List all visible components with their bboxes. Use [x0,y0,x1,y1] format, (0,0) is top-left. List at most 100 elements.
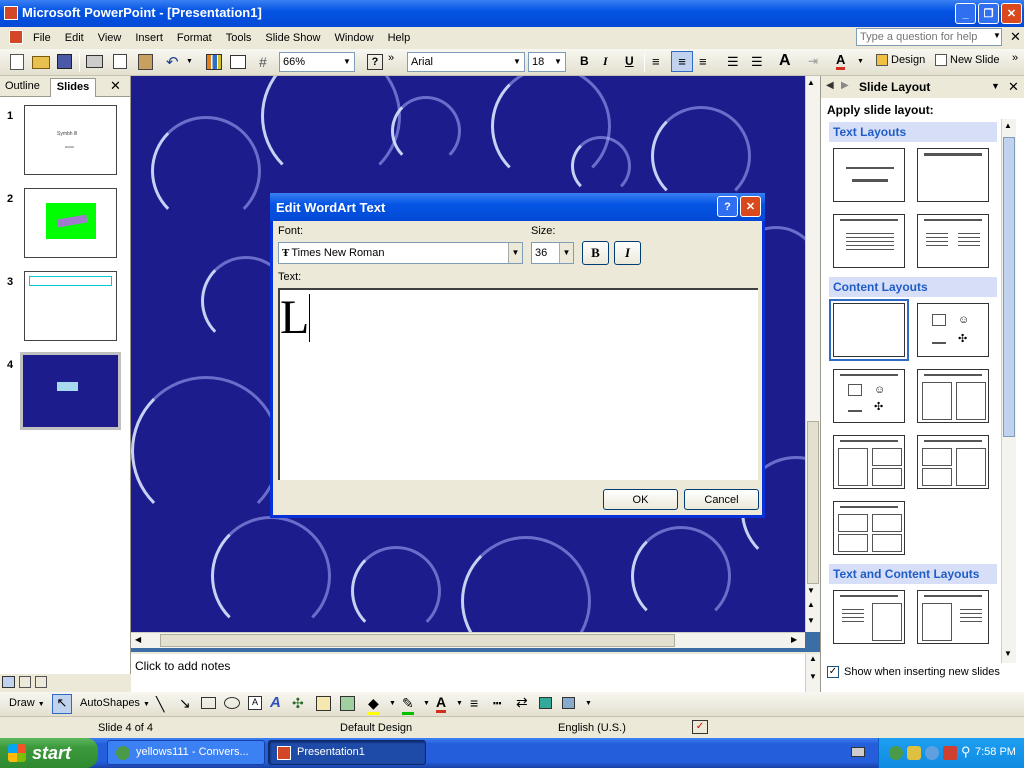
wordart-size-select[interactable]: 36 ▼ [531,242,574,264]
size-select-dropdown-icon[interactable]: ▼ [559,243,573,263]
undo-dropdown-icon[interactable]: ▼ [186,58,193,65]
arrow-icon[interactable]: ↘ [179,695,191,712]
notes-pane[interactable]: Click to add notes ▲ ▼ [131,652,820,692]
font-size-combo[interactable]: 18 ▼ [528,52,566,72]
menu-tools[interactable]: Tools [219,28,259,48]
font-combo[interactable]: Arial ▼ [407,52,525,72]
layouts-scrollbar[interactable]: ▲ ▼ [1001,119,1016,663]
shadow-style-icon[interactable] [539,697,552,709]
picture-icon[interactable] [340,696,355,711]
align-left-icon[interactable]: ≡ [652,54,660,69]
drawing-overflow-icon[interactable]: ▼ [585,700,592,707]
layout-title-slide[interactable] [833,148,905,202]
cancel-button[interactable]: Cancel [684,489,759,510]
menu-insert[interactable]: Insert [128,28,170,48]
help-search-input[interactable] [856,28,1002,46]
prev-slide-icon[interactable]: ▲ [807,600,815,609]
draw-menu[interactable]: Draw ▼ [9,697,45,709]
layouts-scroll-up-icon[interactable]: ▲ [1004,121,1012,130]
arrow-style-icon[interactable]: ⇄ [516,694,528,711]
increase-font-icon[interactable]: A [779,52,791,70]
autoshapes-menu[interactable]: AutoShapes ▼ [80,697,150,709]
wordart-italic-button[interactable]: I [614,241,641,265]
zoom-combo[interactable]: 66% ▼ [279,52,355,72]
slide-thumbnail-1[interactable]: Symbh lll oooo [24,105,117,175]
menu-slide-show[interactable]: Slide Show [258,28,327,48]
insert-table-icon[interactable] [230,55,246,69]
clipart-icon[interactable] [316,696,331,711]
layout-title-content-over[interactable] [833,435,905,489]
text-color-icon[interactable]: A [436,694,447,713]
forward-arrow-icon[interactable]: ▶ [841,80,849,91]
undo-icon[interactable]: ↶ [166,53,179,71]
powerpoint-icon[interactable] [4,6,18,20]
bold-icon[interactable]: B [580,54,589,68]
tray-network-icon[interactable] [907,746,921,760]
font-color-dropdown-icon[interactable]: ▼ [857,58,864,65]
help-dropdown-icon[interactable]: ▼ [993,31,1001,40]
tray-update-icon[interactable] [925,746,939,760]
grid-icon[interactable]: # [259,54,267,70]
dialog-close-button[interactable]: ✕ [740,196,761,217]
layout-title-two-over[interactable] [917,435,989,489]
select-objects-icon[interactable]: ↖ [52,694,72,714]
copy-icon[interactable] [113,54,127,69]
open-icon[interactable] [32,56,50,69]
menu-edit[interactable]: Edit [58,28,91,48]
menu-view[interactable]: View [91,28,129,48]
layout-title-two-content[interactable] [917,369,989,423]
normal-view-icon[interactable] [2,676,15,688]
rectangle-icon[interactable] [201,697,216,709]
font-color-icon[interactable]: A [836,52,846,70]
diagram-icon[interactable]: ✣ [292,695,304,712]
bullets-icon[interactable]: ☰ [751,54,763,70]
new-slide-button[interactable]: New Slide [935,54,1000,66]
3d-style-icon[interactable] [562,697,575,709]
menu-help[interactable]: Help [381,28,418,48]
task-pane-close-icon[interactable]: ✕ [1008,79,1019,95]
align-center-icon[interactable]: ≡ [671,51,693,72]
slideshow-view-icon[interactable] [35,676,47,688]
dialog-help-button[interactable]: ? [717,196,738,217]
layout-content-text[interactable] [917,590,989,644]
menu-file[interactable]: File [26,28,58,48]
oval-icon[interactable] [224,697,240,709]
text-color-dropdown-icon[interactable]: ▼ [456,700,463,707]
indent-icon[interactable]: ⇥ [808,54,818,68]
back-arrow-icon[interactable]: ◀ [826,80,834,91]
textbox-icon[interactable]: A [248,696,262,710]
notes-scrollbar[interactable]: ▲ ▼ [805,654,820,692]
restore-button[interactable]: ❐ [978,3,999,24]
show-when-checkbox[interactable]: ✓ [827,666,839,678]
help-icon[interactable]: ? [367,54,383,70]
size-dropdown-icon[interactable]: ▼ [551,53,565,71]
slide-thumbnail-3[interactable] [24,271,117,341]
sorter-view-icon[interactable] [19,676,31,688]
italic-icon[interactable]: I [603,54,608,69]
layout-two-column[interactable] [917,214,989,268]
menu-format[interactable]: Format [170,28,219,48]
print-icon[interactable] [86,55,103,68]
font-dropdown-icon[interactable]: ▼ [510,53,524,71]
fill-color-icon[interactable]: ◆ [368,695,379,715]
document-icon[interactable] [9,30,23,44]
scroll-down-icon[interactable]: ▼ [807,586,815,595]
scroll-left-icon[interactable]: ◀ [135,635,141,644]
minimize-button[interactable]: _ [955,3,976,24]
new-icon[interactable] [10,54,24,70]
dash-style-icon[interactable]: ┅ [493,695,501,712]
slide-thumbnail-4[interactable] [20,352,121,430]
layout-title-only[interactable] [917,148,989,202]
layouts-scroll-down-icon[interactable]: ▼ [1004,649,1012,658]
insert-chart-icon[interactable] [206,54,222,70]
line-icon[interactable]: ╲ [156,696,164,713]
tray-security-icon[interactable] [943,746,957,760]
horizontal-scrollbar[interactable]: ◀ ▶ [131,632,805,648]
design-button[interactable]: Design [876,54,925,66]
menu-window[interactable]: Window [327,28,380,48]
toolbar-overflow-icon[interactable]: » [1012,52,1018,64]
line-style-icon[interactable]: ≡ [470,695,478,711]
tab-outline[interactable]: Outline [5,80,40,92]
keyboard-icon[interactable] [851,747,865,757]
wordart-icon[interactable]: A [270,694,281,711]
